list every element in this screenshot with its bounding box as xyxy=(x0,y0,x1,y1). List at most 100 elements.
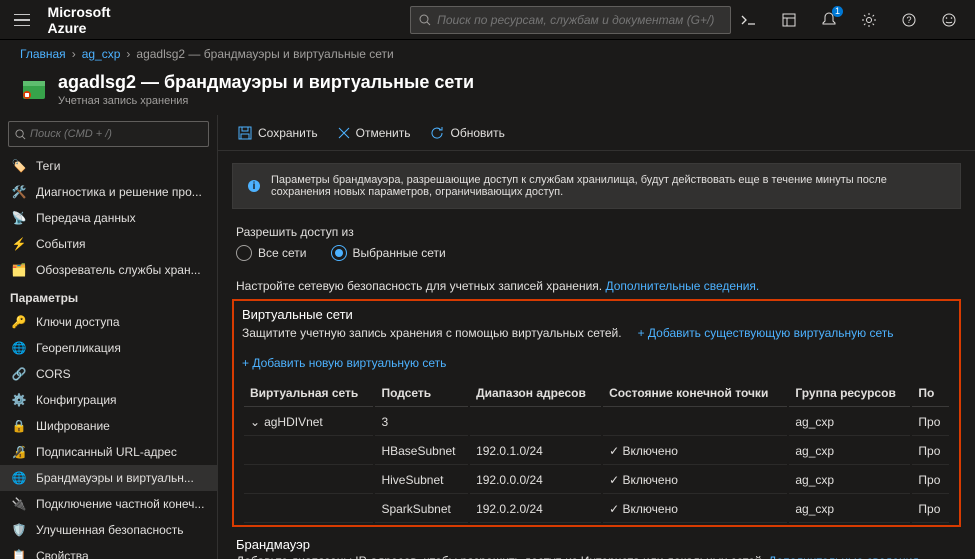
firewall-section: Брандмауэр Добавьте диапазоны IP-адресов… xyxy=(236,537,957,559)
add-new-vnet-link[interactable]: + Добавить новую виртуальную сеть xyxy=(242,356,446,370)
col-range[interactable]: Диапазон адресов xyxy=(470,380,601,407)
notifications-icon[interactable]: 1 xyxy=(811,0,847,40)
learn-more-link[interactable]: Дополнительные сведения. xyxy=(605,279,759,293)
sidebar-item[interactable]: 🏷️ Теги xyxy=(0,153,217,179)
sidebar-item-icon: 📡 xyxy=(10,211,28,225)
discard-button[interactable]: Отменить xyxy=(330,122,419,144)
table-row[interactable]: HiveSubnet192.0.0.0/24✓ Включеноag_cxpПр… xyxy=(244,467,949,494)
sidebar-item[interactable]: 🔌Подключение частной конеч... xyxy=(0,491,217,517)
radio-selected-networks[interactable]: Выбранные сети xyxy=(331,245,446,261)
sidebar-section-header: Параметры xyxy=(0,283,217,309)
search-icon xyxy=(15,129,26,140)
sidebar-item[interactable]: 🔗 CORS xyxy=(0,361,217,387)
sidebar-item[interactable]: 🗂️ Обозреватель службы хран... xyxy=(0,257,217,283)
sidebar-search-input[interactable] xyxy=(30,128,202,140)
sidebar-item-label: Конфигурация xyxy=(36,393,117,407)
radio-all-networks[interactable]: Все сети xyxy=(236,245,307,261)
sidebar-item-label: Улучшенная безопасность xyxy=(36,523,184,537)
sidebar-item-label: CORS xyxy=(36,367,71,381)
firewall-learn-more-link[interactable]: Дополнительные сведения. xyxy=(768,554,922,559)
global-search-input[interactable] xyxy=(437,13,722,27)
virtual-networks-section: Виртуальные сети Защитите учетную запись… xyxy=(232,299,961,527)
sidebar: 🏷️ Теги 🛠️ Диагностика и решение про... 📡 Пер… xyxy=(0,115,218,559)
table-row[interactable]: HBaseSubnet192.0.1.0/24✓ Включеноag_cxpП… xyxy=(244,438,949,465)
breadcrumb-parent[interactable]: ag_cxp xyxy=(82,47,121,61)
sidebar-item-icon: 🏷️ xyxy=(10,159,28,173)
table-row[interactable]: ⌄agHDIVnet3ag_cxpПро xyxy=(244,409,949,436)
col-rg[interactable]: Группа ресурсов xyxy=(789,380,910,407)
sidebar-item[interactable]: ⚙️ Конфигурация xyxy=(0,387,217,413)
sidebar-item[interactable]: 🛠️ Диагностика и решение про... xyxy=(0,179,217,205)
command-bar: Сохранить Отменить Обновить xyxy=(218,115,975,151)
col-sub[interactable]: По xyxy=(912,380,949,407)
save-button[interactable]: Сохранить xyxy=(230,122,326,144)
page-subtitle: Учетная запись хранения xyxy=(58,95,474,107)
sidebar-item-label: Теги xyxy=(36,159,60,173)
sidebar-item-label: Диагностика и решение про... xyxy=(36,185,202,199)
sidebar-item-label: Шифрование xyxy=(36,419,110,433)
sidebar-item-label: Передача данных xyxy=(36,211,136,225)
sidebar-item-icon: ⚡ xyxy=(10,237,28,251)
sidebar-item-label: Георепликация xyxy=(36,341,121,355)
sidebar-item-icon: ⚙️ xyxy=(10,393,28,407)
sidebar-item-icon: 🔑 xyxy=(10,315,28,329)
help-icon[interactable]: ? xyxy=(891,0,927,40)
sidebar-item[interactable]: 🔑 Ключи доступа xyxy=(0,309,217,335)
sidebar-item-icon: 🛠️ xyxy=(10,185,28,199)
sidebar-item-icon: 🔒 xyxy=(10,419,28,433)
sidebar-search[interactable] xyxy=(8,121,209,147)
col-state[interactable]: Состояние конечной точки xyxy=(603,380,787,407)
vnet-subtitle: Защитите учетную запись хранения с помощ… xyxy=(242,326,622,340)
info-banner: i Параметры брандмауэра, разрешающие дос… xyxy=(232,163,961,209)
table-row[interactable]: SparkSubnet192.0.2.0/24✓ Включеноag_cxpП… xyxy=(244,496,949,523)
check-icon: ✓ xyxy=(609,473,619,487)
global-search[interactable] xyxy=(410,6,731,34)
vnet-table: Виртуальная сеть Подсеть Диапазон адресо… xyxy=(242,378,951,525)
col-vnet[interactable]: Виртуальная сеть xyxy=(244,380,373,407)
sidebar-item[interactable]: 📋Свойства xyxy=(0,543,217,559)
feedback-icon[interactable] xyxy=(931,0,967,40)
info-icon: i xyxy=(247,179,261,193)
brand-label[interactable]: Microsoft Azure xyxy=(36,4,151,36)
check-icon: ✓ xyxy=(609,444,619,458)
page-title: agadlsg2 — брандмауэры и виртуальные сет… xyxy=(58,72,474,93)
sidebar-item[interactable]: 🔒 Шифрование xyxy=(0,413,217,439)
notif-badge: 1 xyxy=(832,6,843,17)
sidebar-item-label: Обозреватель службы хран... xyxy=(36,263,201,277)
sidebar-item[interactable]: 🛡️ Улучшенная безопасность xyxy=(0,517,217,543)
svg-text:i: i xyxy=(253,181,256,192)
sidebar-item-label: События xyxy=(36,237,86,251)
sidebar-item[interactable]: 🌐 Брандмауэры и виртуальн... xyxy=(0,465,217,491)
sidebar-item-icon: 🔗 xyxy=(10,367,28,381)
sidebar-item[interactable]: ⚡ События xyxy=(0,231,217,257)
sidebar-item[interactable]: 🔏Подписанный URL-адрес xyxy=(0,439,217,465)
check-icon: ✓ xyxy=(609,502,619,516)
svg-text:?: ? xyxy=(906,15,911,25)
directory-icon[interactable] xyxy=(771,0,807,40)
sidebar-item-label: Брандмауэры и виртуальн... xyxy=(36,471,194,485)
breadcrumb-home[interactable]: Главная xyxy=(20,47,66,61)
storage-account-icon xyxy=(20,76,48,104)
page-header: agadlsg2 — брандмауэры и виртуальные сет… xyxy=(0,68,975,115)
breadcrumb: Главная › ag_cxp › agadlsg2 — брандмауэр… xyxy=(0,40,975,68)
chevron-down-icon[interactable]: ⌄ xyxy=(250,415,260,429)
vnet-title: Виртуальные сети xyxy=(242,307,951,322)
cloud-shell-icon[interactable] xyxy=(731,0,767,40)
col-subnet[interactable]: Подсеть xyxy=(375,380,468,407)
firewall-title: Брандмауэр xyxy=(236,537,957,552)
sidebar-item-icon: 🗂️ xyxy=(10,263,28,277)
add-existing-vnet-link[interactable]: + Добавить существующую виртуальную сеть xyxy=(638,326,894,340)
hamburger-icon[interactable] xyxy=(8,0,36,40)
sidebar-item[interactable]: 🌐 Георепликация xyxy=(0,335,217,361)
sidebar-item[interactable]: 📡 Передача данных xyxy=(0,205,217,231)
refresh-button[interactable]: Обновить xyxy=(422,122,512,144)
search-icon xyxy=(419,14,431,26)
sidebar-item-icon: 🛡️ xyxy=(10,523,28,537)
config-description: Настройте сетевую безопасность для учетн… xyxy=(236,279,957,293)
sidebar-item-label: Ключи доступа xyxy=(36,315,120,329)
settings-icon[interactable] xyxy=(851,0,887,40)
sidebar-item-label: Подключение частной конеч... xyxy=(36,497,204,511)
sidebar-item-icon: 🌐 xyxy=(10,471,28,485)
sidebar-item-icon: 🌐 xyxy=(10,341,28,355)
firewall-description: Добавьте диапазоны IP-адресов, чтобы раз… xyxy=(236,554,957,559)
